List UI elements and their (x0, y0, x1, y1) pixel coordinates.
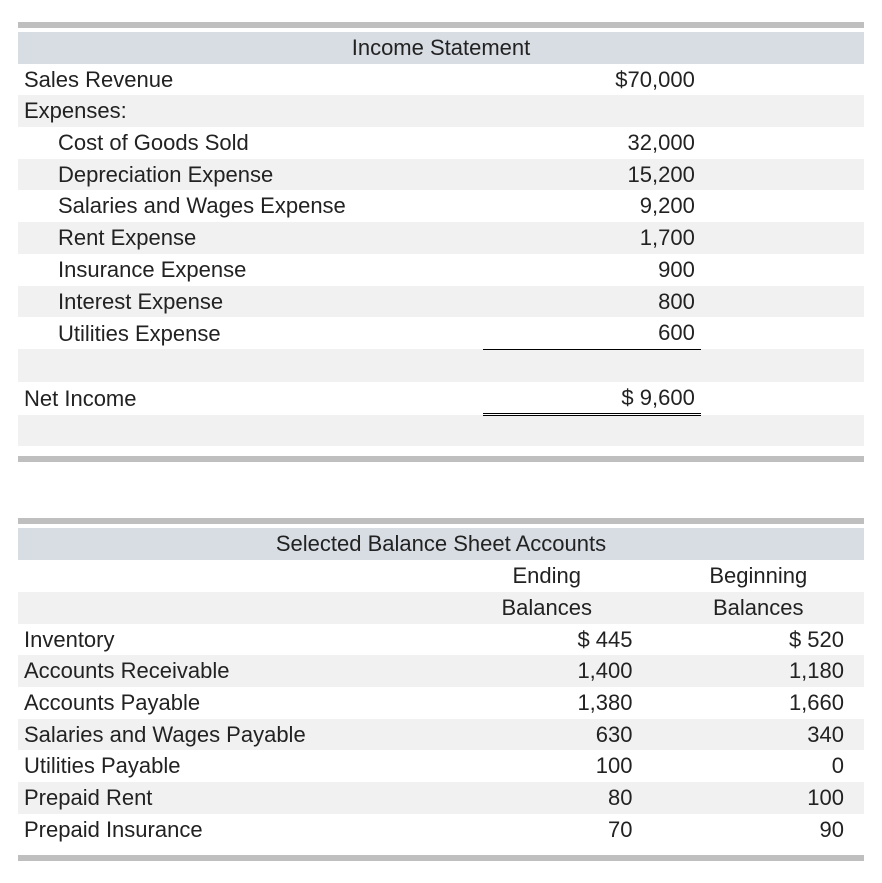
sales-label: Sales Revenue (18, 64, 483, 96)
bs-row-label: Accounts Payable (18, 687, 441, 719)
bs-row-end: 70 (441, 814, 653, 846)
bs-row-label: Accounts Receivable (18, 655, 441, 687)
expense-value: 9,200 (483, 190, 701, 222)
col-beginning-top: Beginning (653, 560, 865, 592)
bs-row-beg: 1,180 (653, 655, 865, 687)
bs-row-label: Utilities Payable (18, 750, 441, 782)
bs-row-beg: 100 (653, 782, 865, 814)
bs-row-end: 1,400 (441, 655, 653, 687)
bs-row-beg: 90 (653, 814, 865, 846)
expense-value: 32,000 (483, 127, 701, 159)
expense-value: 1,700 (483, 222, 701, 254)
expense-label: Salaries and Wages Expense (18, 190, 483, 222)
net-income-label: Net Income (18, 382, 483, 415)
bs-row-end: 100 (441, 750, 653, 782)
balance-title: Selected Balance Sheet Accounts (18, 528, 864, 560)
bs-row-end: 1,380 (441, 687, 653, 719)
expense-label: Insurance Expense (18, 254, 483, 286)
col-beginning-bot: Balances (653, 592, 865, 624)
expense-value: 600 (483, 317, 701, 349)
sales-value: $70,000 (483, 64, 701, 96)
col-ending-top: Ending (441, 560, 653, 592)
bs-row-beg: $ 520 (653, 624, 865, 656)
expense-label: Utilities Expense (18, 317, 483, 349)
expense-value: 15,200 (483, 159, 701, 191)
expense-value: 800 (483, 286, 701, 318)
bs-row-label: Prepaid Rent (18, 782, 441, 814)
income-statement-table: Income Statement Sales Revenue $70,000 E… (18, 32, 864, 446)
bs-row-label: Inventory (18, 624, 441, 656)
expense-label: Cost of Goods Sold (18, 127, 483, 159)
expense-label: Interest Expense (18, 286, 483, 318)
bs-row-label: Prepaid Insurance (18, 814, 441, 846)
bs-row-beg: 1,660 (653, 687, 865, 719)
bs-row-end: 80 (441, 782, 653, 814)
bs-row-beg: 0 (653, 750, 865, 782)
expenses-header: Expenses: (18, 95, 483, 127)
bs-row-end: $ 445 (441, 624, 653, 656)
income-title: Income Statement (18, 32, 864, 64)
net-income-value: $ 9,600 (483, 382, 701, 415)
bs-row-beg: 340 (653, 719, 865, 751)
expense-label: Depreciation Expense (18, 159, 483, 191)
col-ending-bot: Balances (441, 592, 653, 624)
expense-label: Rent Expense (18, 222, 483, 254)
expense-value: 900 (483, 254, 701, 286)
balance-sheet-table: Selected Balance Sheet Accounts Ending B… (18, 528, 864, 845)
bs-row-end: 630 (441, 719, 653, 751)
bs-row-label: Salaries and Wages Payable (18, 719, 441, 751)
